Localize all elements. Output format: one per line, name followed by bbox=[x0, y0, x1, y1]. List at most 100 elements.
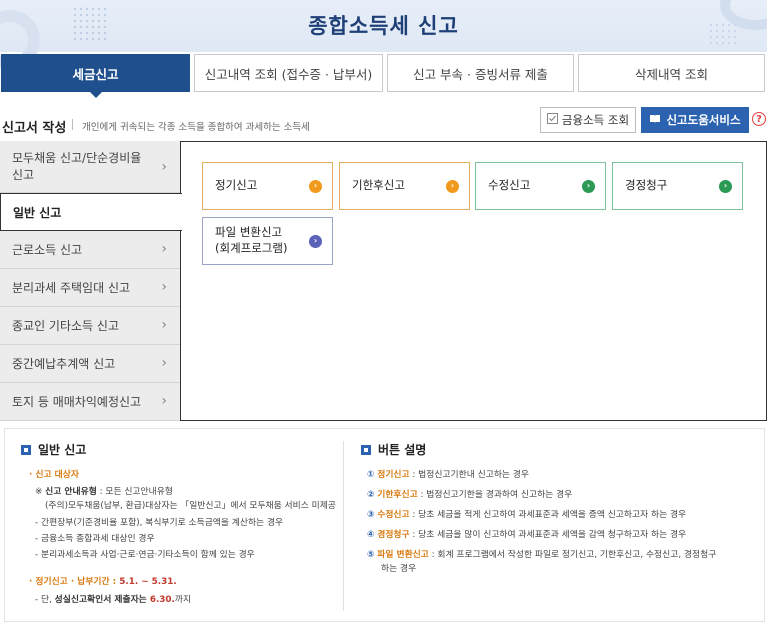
card-label: 수정신고 bbox=[488, 178, 531, 193]
sidenav-item-label: 종교인 기타소득 신고 bbox=[12, 319, 119, 333]
chevron-right-icon: › bbox=[161, 354, 167, 371]
tab-document-submit[interactable]: 신고 부속 · 증빙서류 제출 bbox=[387, 54, 574, 92]
text: 까지 bbox=[174, 595, 192, 605]
arrow-circle-icon: › bbox=[446, 180, 459, 193]
chevron-right-icon: › bbox=[161, 158, 167, 175]
filing-help-button[interactable]: 신고도움서비스 bbox=[641, 107, 749, 133]
target-type-line: ※ 신고 안내유형 : 모든 신고안내유형 bbox=[35, 484, 173, 497]
info-box: 일반 신고 · 신고 대상자 ※ 신고 안내유형 : 모든 신고안내유형 (주의… bbox=[4, 428, 765, 622]
filing-help-label: 신고도움서비스 bbox=[666, 113, 741, 127]
section-description: 개인에게 귀속되는 각종 소득을 종합하여 과세하는 소득세 bbox=[82, 122, 310, 133]
refund-claim-button[interactable]: 경정청구 › bbox=[612, 162, 743, 210]
chevron-right-icon: › bbox=[161, 278, 167, 295]
chevron-right-icon: › bbox=[161, 316, 167, 333]
text: : 모든 신고안내유형 bbox=[96, 487, 173, 497]
period-value: 5.1. ~ 5.31. bbox=[119, 577, 177, 587]
arrow-circle-icon: › bbox=[309, 235, 322, 248]
square-bullet-icon bbox=[21, 444, 31, 455]
item-name: 파일 변환신고 bbox=[377, 550, 429, 560]
page-header: 종합소득세 신고 bbox=[0, 0, 767, 70]
sidenav-item-religious[interactable]: 종교인 기타소득 신고 › bbox=[0, 307, 181, 345]
guide-item: ④ 경정청구 : 당초 세금을 많이 신고하여 과세표준과 세액을 감액 청구하… bbox=[367, 527, 686, 540]
side-nav: 모두채움 신고/단순경비율 신고 › 일반 신고 근로소득 신고 › 분리과세 … bbox=[0, 141, 182, 421]
sidenav-item-prefilled[interactable]: 모두채움 신고/단순경비율 신고 › bbox=[0, 141, 181, 193]
question-icon[interactable]: ? bbox=[752, 112, 766, 126]
regular-filing-button[interactable]: 정기신고 › bbox=[202, 162, 333, 210]
card-label: 정기신고 bbox=[215, 178, 258, 193]
prefix: - 단, bbox=[35, 595, 55, 605]
item-desc: : 당초 세금을 많이 신고하여 과세표준과 세액을 감액 청구하고자 하는 경… bbox=[409, 530, 687, 540]
general-filing-heading: 일반 신고 bbox=[21, 441, 86, 458]
arrow-circle-icon: › bbox=[309, 180, 322, 193]
financial-income-label: 금융소득 조회 bbox=[561, 113, 630, 127]
book-icon bbox=[649, 113, 661, 127]
note-line: (주의)모두채움(납부, 환급)대상자는 「일반신고」에서 모두채움 서비스 미… bbox=[45, 501, 336, 511]
chevron-right-icon: › bbox=[161, 240, 167, 257]
guide-item: ⑤ 파일 변환신고 : 회계 프로그램에서 작성한 파일로 정기신고, 기한후신… bbox=[367, 547, 716, 560]
item-number: ① bbox=[367, 470, 375, 480]
square-bullet-icon bbox=[361, 444, 371, 455]
tab-deleted-history[interactable]: 삭제내역 조회 bbox=[578, 54, 765, 92]
target-heading: · 신고 대상자 bbox=[29, 470, 79, 480]
section-title: 신고서 작성 bbox=[2, 121, 67, 136]
sidenav-item-label: 일반 신고 bbox=[13, 205, 62, 220]
period-note-line: - 단, 성실신고확인서 제출자는 6.30.까지 bbox=[35, 592, 191, 605]
date-value: 6.30. bbox=[146, 595, 175, 605]
item-name: 수정신고 bbox=[377, 510, 410, 520]
prefix: ※ bbox=[35, 487, 46, 497]
financial-income-button[interactable]: 금융소득 조회 bbox=[540, 107, 636, 133]
sidenav-item-earned-income[interactable]: 근로소득 신고 › bbox=[0, 231, 181, 269]
card-label: 기한후신고 bbox=[352, 178, 405, 193]
item-number: ② bbox=[367, 490, 375, 500]
sidenav-item-label: 분리과세 주택임대 신고 bbox=[12, 281, 131, 295]
condition-line: - 금융소득 종합과세 대상인 경우 bbox=[35, 534, 155, 544]
late-filing-button[interactable]: 기한후신고 › bbox=[339, 162, 470, 210]
guide-item-continued: 하는 경우 bbox=[381, 564, 417, 574]
sidenav-item-label: 토지 등 매매차익예정신고 bbox=[12, 395, 142, 409]
heading-label: 일반 신고 bbox=[38, 443, 87, 457]
page-title: 종합소득세 신고 bbox=[308, 14, 459, 38]
item-number: ④ bbox=[367, 530, 375, 540]
tab-filing-history[interactable]: 신고내역 조회 (접수증 · 납부서) bbox=[194, 54, 383, 92]
divider bbox=[343, 441, 344, 611]
sidenav-item-land[interactable]: 토지 등 매매차익예정신고 › bbox=[0, 383, 181, 421]
item-name: 경정청구 bbox=[377, 530, 410, 540]
item-number: ⑤ bbox=[367, 550, 375, 560]
file-convert-filing-button[interactable]: 파일 변환신고 (회계프로그램) › bbox=[202, 217, 333, 265]
guide-item: ③ 수정신고 : 당초 세금을 적게 신고하여 과세표준과 세액을 증액 신고하… bbox=[367, 507, 686, 520]
period-label: · 정기신고 · 납부기간 : bbox=[29, 577, 120, 587]
item-number: ③ bbox=[367, 510, 375, 520]
sidenav-item-label: 모두채움 신고/단순경비율 신고 bbox=[12, 151, 142, 182]
arrow-circle-icon: › bbox=[582, 180, 595, 193]
button-guide-heading: 버튼 설명 bbox=[361, 441, 426, 458]
bold-label: 신고 안내유형 bbox=[45, 487, 97, 497]
item-name: 기한후신고 bbox=[377, 490, 418, 500]
item-desc: : 당초 세금을 적게 신고하여 과세표준과 세액을 증액 신고하고자 하는 경… bbox=[409, 510, 687, 520]
sidenav-item-general[interactable]: 일반 신고 bbox=[0, 193, 182, 231]
sidenav-item-rental[interactable]: 분리과세 주택임대 신고 › bbox=[0, 269, 181, 307]
item-name: 정기신고 bbox=[377, 470, 410, 480]
period-line: · 정기신고 · 납부기간 : 5.1. ~ 5.31. bbox=[29, 574, 177, 587]
card-label: 파일 변환신고 (회계프로그램) bbox=[215, 225, 288, 255]
amended-filing-button[interactable]: 수정신고 › bbox=[475, 162, 606, 210]
filing-type-panel: 정기신고 › 기한후신고 › 수정신고 › 경정청구 › 파일 변환신고 (회계… bbox=[180, 141, 767, 421]
guide-item: ① 정기신고 : 법정신고기한내 신고하는 경우 bbox=[367, 467, 529, 480]
main-tabs: 세금신고 신고내역 조회 (접수증 · 납부서) 신고 부속 · 증빙서류 제출… bbox=[0, 54, 767, 98]
sidenav-item-interim[interactable]: 중간예납추계액 신고 › bbox=[0, 345, 181, 383]
check-icon bbox=[546, 113, 558, 127]
bold-label: 성실신고확인서 제출자는 bbox=[54, 595, 147, 605]
condition-line: - 간편장부(기준경비율 포함), 복식부기로 소득금액을 계산하는 경우 bbox=[35, 518, 284, 528]
item-desc: : 법정신고기한내 신고하는 경우 bbox=[409, 470, 529, 480]
item-desc: : 법정신고기한을 경과하여 신고하는 경우 bbox=[417, 490, 573, 500]
sidenav-item-label: 중간예납추계액 신고 bbox=[12, 357, 116, 371]
card-label: 경정청구 bbox=[625, 178, 668, 193]
sidenav-item-label: 근로소득 신고 bbox=[12, 243, 83, 257]
chevron-right-icon: › bbox=[161, 392, 167, 409]
arrow-circle-icon: › bbox=[719, 180, 732, 193]
heading-label: 버튼 설명 bbox=[378, 443, 427, 457]
item-desc: : 회계 프로그램에서 작성한 파일로 정기신고, 기한후신고, 수정신고, 경… bbox=[428, 550, 717, 560]
condition-line: - 분리과세소득과 사업·근로·연금·기타소득이 함께 있는 경우 bbox=[35, 550, 255, 560]
divider bbox=[72, 119, 73, 130]
tab-tax-filing[interactable]: 세금신고 bbox=[1, 54, 190, 98]
guide-item: ② 기한후신고 : 법정신고기한을 경과하여 신고하는 경우 bbox=[367, 487, 572, 500]
